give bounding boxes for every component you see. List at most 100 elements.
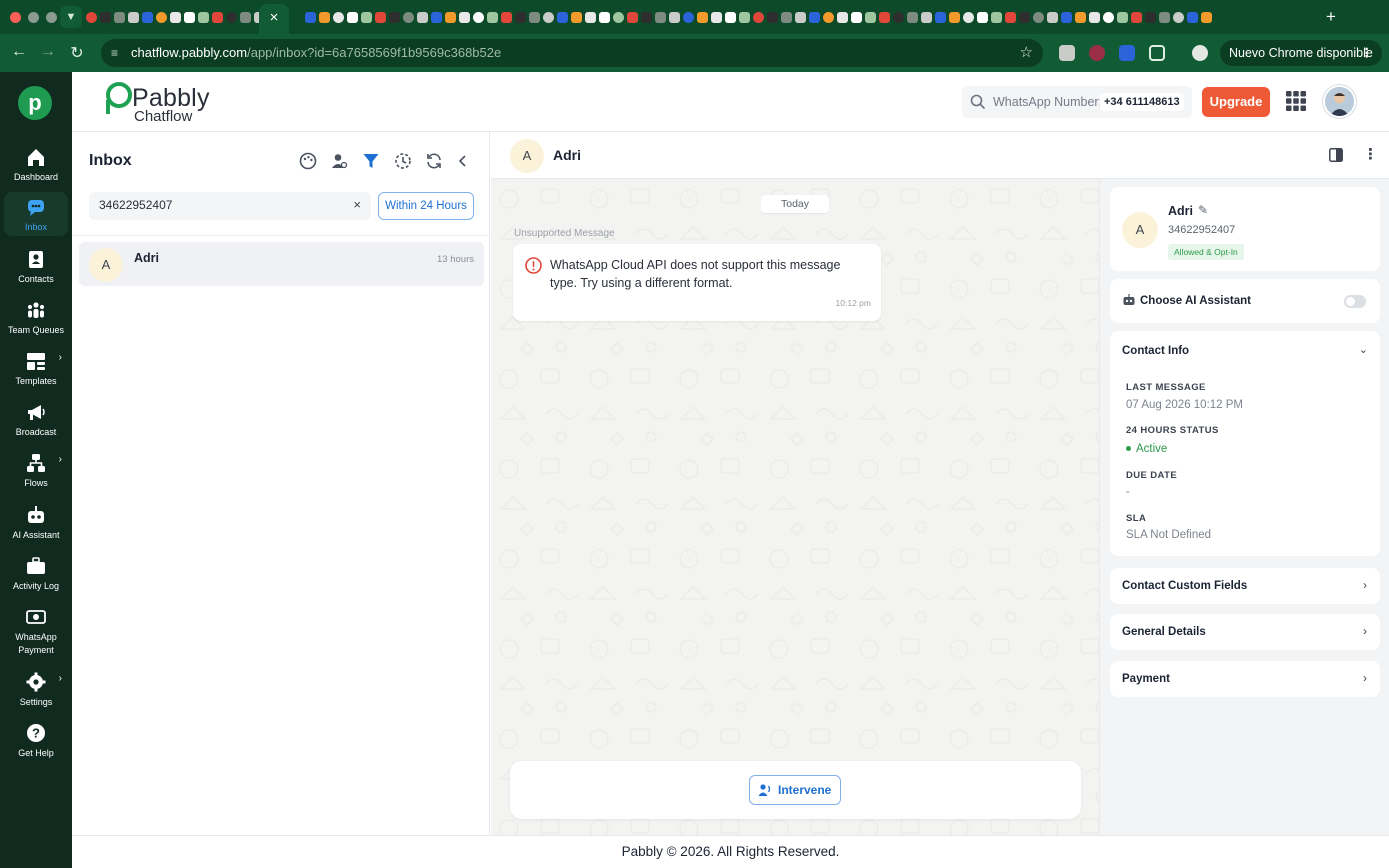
window-maximize-button[interactable] [46, 12, 57, 23]
tab-favicon-icon[interactable] [1159, 12, 1170, 24]
tab-favicon-icon[interactable] [627, 12, 638, 24]
sidebar-item-settings[interactable]: Settings › [4, 667, 68, 711]
contact-info-title[interactable]: Contact Info [1122, 345, 1189, 357]
tab-favicon-icon[interactable] [949, 12, 960, 24]
extension-icon[interactable] [1059, 45, 1075, 61]
collapse-panel-icon[interactable] [454, 152, 472, 170]
tab-favicon-icon[interactable] [361, 12, 372, 24]
tab-favicon-icon[interactable] [1061, 12, 1072, 24]
tab-favicon-icon[interactable] [669, 12, 680, 24]
assign-agent-icon[interactable] [330, 152, 348, 170]
within-24-hours-filter-button[interactable]: Within 24 Hours [378, 192, 474, 220]
tab-favicon-icon[interactable] [431, 12, 442, 24]
new-tab-button[interactable]: + [1326, 7, 1336, 27]
tab-favicon-icon[interactable] [333, 12, 344, 24]
tab-favicon-icon[interactable] [613, 12, 624, 24]
tab-favicon-icon[interactable] [865, 12, 876, 24]
tab-favicon-icon[interactable] [1033, 12, 1044, 24]
tab-favicon-icon[interactable] [1201, 12, 1212, 24]
tab-favicon-icon[interactable] [809, 12, 820, 24]
sidebar-item-team-queues[interactable]: Team Queues [4, 295, 68, 339]
apps-grid-icon[interactable] [1286, 91, 1306, 111]
tab-favicon-icon[interactable] [781, 12, 792, 24]
tab-favicon-icon[interactable] [142, 12, 153, 24]
sidebar-item-get-help[interactable]: ? Get Help [4, 718, 68, 762]
conversation-list-item[interactable]: A Adri 13 hours [79, 242, 484, 286]
profile-icon[interactable] [1192, 45, 1208, 61]
tab-favicon-icon[interactable] [100, 12, 111, 24]
tab-favicon-icon[interactable] [851, 12, 862, 24]
tab-favicon-icon[interactable] [879, 12, 890, 24]
tab-favicon-icon[interactable] [487, 12, 498, 24]
user-avatar[interactable] [1323, 85, 1356, 118]
chat-contact-name[interactable]: Adri [553, 147, 581, 163]
tab-favicon-icon[interactable] [156, 12, 167, 24]
contact-custom-fields-section[interactable]: Contact Custom Fields › [1110, 568, 1380, 604]
tab-favicon-icon[interactable] [305, 12, 316, 24]
sidebar-item-whatsapp-payment[interactable]: WhatsApp Payment [4, 602, 68, 658]
extension-icon[interactable] [1089, 45, 1105, 61]
tab-favicon-icon[interactable] [963, 12, 974, 24]
tab-favicon-icon[interactable] [935, 12, 946, 24]
tab-favicon-icon[interactable] [240, 12, 251, 24]
payment-section[interactable]: Payment › [1110, 661, 1380, 697]
tab-favicon-icon[interactable] [1173, 12, 1184, 24]
tab-favicon-icon[interactable] [599, 12, 610, 24]
tab-favicon-icon[interactable] [655, 12, 666, 24]
tab-favicon-icon[interactable] [515, 12, 526, 24]
more-options-icon[interactable]: ⋮ [1363, 145, 1378, 163]
tab-favicon-icon[interactable] [697, 12, 708, 24]
tab-favicon-icon[interactable] [226, 12, 237, 24]
tab-favicon-icon[interactable] [86, 12, 97, 24]
filter-icon[interactable] [362, 152, 380, 170]
site-info-icon[interactable]: ≡ [111, 46, 125, 60]
tab-favicon-icon[interactable] [1145, 12, 1156, 24]
tab-favicon-icon[interactable] [837, 12, 848, 24]
extensions-puzzle-icon[interactable] [1149, 45, 1165, 61]
tab-favicon-icon[interactable] [823, 12, 834, 24]
tab-favicon-icon[interactable] [907, 12, 918, 24]
tab-favicon-icon[interactable] [711, 12, 722, 24]
pabbly-brand-icon[interactable]: p [18, 86, 52, 120]
tab-favicon-icon[interactable] [725, 12, 736, 24]
tab-favicon-icon[interactable] [683, 12, 694, 24]
chrome-update-button[interactable]: Nuevo Chrome disponible ⋮ [1220, 40, 1382, 66]
tab-favicon-icon[interactable] [1075, 12, 1086, 24]
tab-favicon-icon[interactable] [1131, 12, 1142, 24]
back-icon[interactable]: ← [9, 43, 29, 61]
sidebar-item-inbox[interactable]: Inbox [4, 192, 68, 236]
sidebar-item-templates[interactable]: Templates › [4, 346, 68, 390]
window-minimize-button[interactable] [28, 12, 39, 23]
tab-favicon-icon[interactable] [417, 12, 428, 24]
tab-favicon-icon[interactable] [445, 12, 456, 24]
tab-favicon-icon[interactable] [991, 12, 1002, 24]
tab-favicon-icon[interactable] [403, 12, 414, 24]
tab-favicon-icon[interactable] [571, 12, 582, 24]
tab-favicon-icon[interactable] [375, 12, 386, 24]
chevron-down-icon[interactable]: ⌄ [1359, 343, 1368, 356]
sidebar-item-broadcast[interactable]: Broadcast [4, 397, 68, 441]
refresh-icon[interactable] [425, 152, 443, 170]
sidebar-item-dashboard[interactable]: Dashboard [4, 142, 68, 186]
tab-favicon-icon[interactable] [389, 12, 400, 24]
edit-pencil-icon[interactable]: ✎ [1198, 203, 1208, 217]
tab-favicon-icon[interactable] [1019, 12, 1030, 24]
tab-favicon-icon[interactable] [753, 12, 764, 24]
tab-favicon-icon[interactable] [529, 12, 540, 24]
whatsapp-number-selector[interactable]: WhatsApp Number: +34 611148613 [962, 86, 1192, 118]
tab-favicon-icon[interactable] [1117, 12, 1128, 24]
chrome-menu-icon[interactable]: ⋮ [1361, 40, 1374, 66]
sidebar-item-activity-log[interactable]: Activity Log [4, 551, 68, 595]
bookmark-star-icon[interactable]: ☆ [1020, 43, 1033, 61]
general-details-section[interactable]: General Details › [1110, 614, 1380, 650]
tab-favicon-icon[interactable] [893, 12, 904, 24]
chat-contact-avatar[interactable]: A [510, 139, 544, 173]
tab-favicon-icon[interactable] [198, 12, 209, 24]
address-bar[interactable]: ≡ chatflow.pabbly.com/app/inbox?id=6a765… [101, 39, 1043, 67]
tab-favicon-icon[interactable] [473, 12, 484, 24]
inbox-search-field[interactable]: × [89, 192, 371, 220]
extension-icon[interactable] [1119, 45, 1135, 61]
tab-favicon-icon[interactable] [543, 12, 554, 24]
tab-favicon-icon[interactable] [1089, 12, 1100, 24]
clear-search-icon[interactable]: × [353, 197, 361, 212]
